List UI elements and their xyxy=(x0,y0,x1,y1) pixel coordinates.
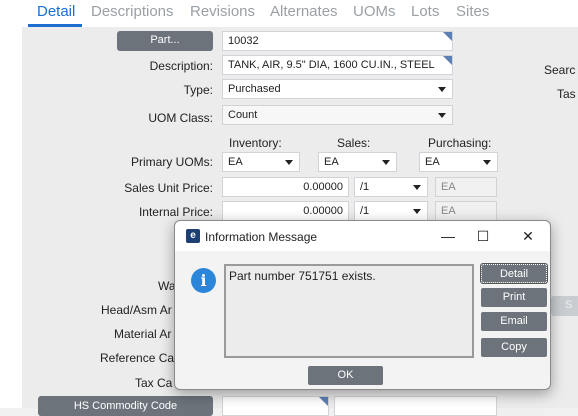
email-button[interactable]: Email xyxy=(481,312,547,331)
type-value: Purchased xyxy=(228,83,281,95)
hs-commodity-code-button[interactable]: HS Commodity Code xyxy=(38,396,213,416)
sales-unit-price-label: Sales Unit Price: xyxy=(124,181,213,195)
warehouse-label: Wa xyxy=(158,279,176,293)
inventory-header: Inventory: xyxy=(229,136,282,150)
inventory-uom-dropdown[interactable]: EA xyxy=(222,152,300,172)
sales-uom-value: EA xyxy=(324,156,339,168)
tab-uoms[interactable]: UOMs xyxy=(353,3,396,20)
chevron-down-icon xyxy=(413,185,421,190)
sales-unit-price-field[interactable]: 0.00000 xyxy=(222,177,349,197)
uom-class-dropdown[interactable]: Count xyxy=(222,105,453,125)
tab-revisions[interactable]: Revisions xyxy=(190,3,255,20)
lookup-corner-icon xyxy=(443,56,452,65)
chevron-down-icon xyxy=(285,160,293,165)
tab-detail[interactable]: Detail xyxy=(37,3,75,20)
maximize-button[interactable]: ☐ xyxy=(472,226,494,246)
purchasing-uom-value: EA xyxy=(425,156,440,168)
app-logo-icon: e xyxy=(186,229,200,243)
left-gutter xyxy=(0,27,22,408)
description-value: TANK, AIR, 9.5" DIA, 1600 CU.IN., STEEL xyxy=(228,59,435,71)
tab-lots[interactable]: Lots xyxy=(411,3,439,20)
inventory-uom-value: EA xyxy=(228,156,243,168)
type-dropdown[interactable]: Purchased xyxy=(222,79,453,99)
head-asm-label: Head/Asm Ar xyxy=(101,303,172,317)
internal-price-per-dropdown[interactable]: /1 xyxy=(354,201,428,221)
material-label: Material Ar xyxy=(114,327,172,341)
dialog-titlebar[interactable]: e Information Message — ☐ ✕ xyxy=(175,221,550,251)
internal-price-uom-field: EA xyxy=(435,201,497,221)
copy-button[interactable]: Copy xyxy=(481,338,547,357)
tab-sites[interactable]: Sites xyxy=(456,3,489,20)
dialog-title: Information Message xyxy=(205,230,318,244)
purchasing-header: Purchasing: xyxy=(428,136,492,150)
detail-button[interactable]: Detail xyxy=(480,263,548,284)
part-button[interactable]: Part... xyxy=(117,31,213,51)
information-message-dialog: e Information Message — ☐ ✕ i Part numbe… xyxy=(174,220,551,390)
purchasing-uom-dropdown[interactable]: EA xyxy=(419,152,498,172)
print-button[interactable]: Print xyxy=(481,288,547,307)
chevron-down-icon xyxy=(382,160,390,165)
tas-label: Tas xyxy=(557,87,576,101)
part-number-value: 10032 xyxy=(228,35,259,47)
internal-price-field[interactable]: 0.00000 xyxy=(222,201,349,221)
tab-descriptions[interactable]: Descriptions xyxy=(91,3,174,20)
description-field[interactable]: TANK, AIR, 9.5" DIA, 1600 CU.IN., STEEL xyxy=(222,55,453,75)
sales-price-per-value: /1 xyxy=(360,181,370,193)
sales-price-uom-field: EA xyxy=(435,177,497,197)
close-button[interactable]: ✕ xyxy=(517,226,539,246)
lookup-corner-icon xyxy=(443,32,452,41)
search-label: Searc xyxy=(544,63,576,77)
type-label: Type: xyxy=(183,83,213,97)
internal-price-per-value: /1 xyxy=(360,205,370,217)
chevron-down-icon xyxy=(483,160,491,165)
hs-code-field[interactable] xyxy=(222,396,329,416)
sales-uom-dropdown[interactable]: EA xyxy=(318,152,397,172)
uom-class-value: Count xyxy=(228,109,258,121)
lookup-corner-icon xyxy=(319,397,328,406)
sales-price-per-dropdown[interactable]: /1 xyxy=(354,177,428,197)
chevron-down-icon xyxy=(413,209,421,214)
reference-label: Reference Ca xyxy=(100,351,175,365)
internal-price-label: Internal Price: xyxy=(138,205,213,219)
message-text-box: Part number 751751 exists. xyxy=(224,264,474,358)
primary-uoms-label: Primary UOMs: xyxy=(131,155,213,169)
tax-label: Tax Ca xyxy=(135,376,173,390)
part-number-field[interactable]: 10032 xyxy=(222,31,453,51)
right-partial-button[interactable]: S xyxy=(551,296,578,316)
minimize-button[interactable]: — xyxy=(437,226,459,246)
hs-description-field xyxy=(334,396,497,416)
chevron-down-icon xyxy=(438,87,446,92)
description-label: Description: xyxy=(149,59,213,73)
tab-alternates[interactable]: Alternates xyxy=(270,3,338,20)
info-icon: i xyxy=(191,268,216,293)
chevron-down-icon xyxy=(438,113,446,118)
tab-strip: Detail Descriptions Revisions Alternates… xyxy=(0,0,578,27)
sales-header: Sales: xyxy=(337,136,371,150)
uom-class-label: UOM Class: xyxy=(148,111,213,125)
ok-button[interactable]: OK xyxy=(308,366,383,385)
